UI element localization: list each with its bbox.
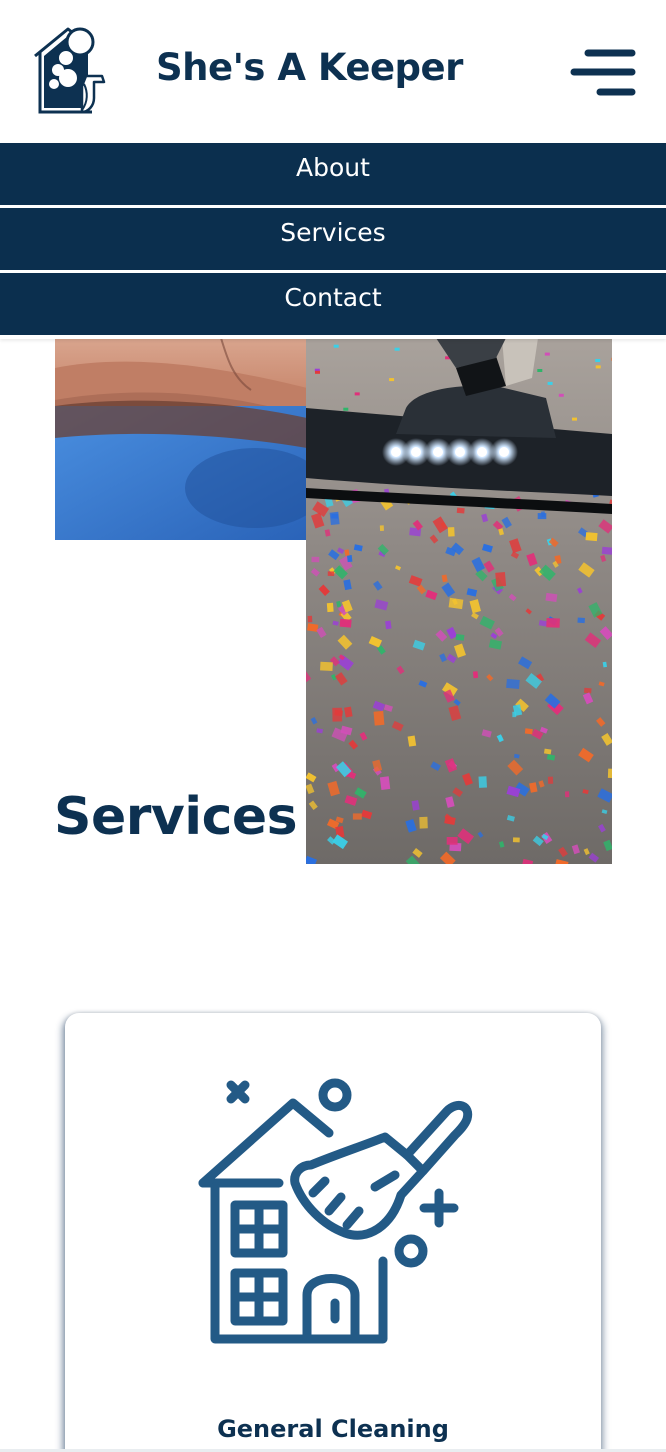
house-broom-icon [195, 1075, 475, 1355]
service-card-general-cleaning[interactable]: General Cleaning [65, 1013, 601, 1452]
nav-item-contact[interactable]: Contact [0, 273, 666, 335]
vacuum-on-confetti-carpet-photo [306, 338, 612, 864]
nav-item-services[interactable]: Services [0, 208, 666, 270]
nav-menu: About Services Contact [0, 143, 666, 339]
house-with-bubbles-logo-icon[interactable] [30, 26, 110, 116]
nav-item-about[interactable]: About [0, 143, 666, 205]
service-card-title: General Cleaning [217, 1415, 449, 1443]
services-heading: Services [54, 786, 298, 847]
site-header: She's A Keeper [0, 0, 666, 142]
page: She's A Keeper About Services Contact Se… [0, 0, 666, 1452]
hamburger-menu-icon[interactable] [568, 46, 640, 102]
brand-name[interactable]: She's A Keeper [156, 46, 463, 89]
cleaning-person-photo [55, 338, 307, 540]
